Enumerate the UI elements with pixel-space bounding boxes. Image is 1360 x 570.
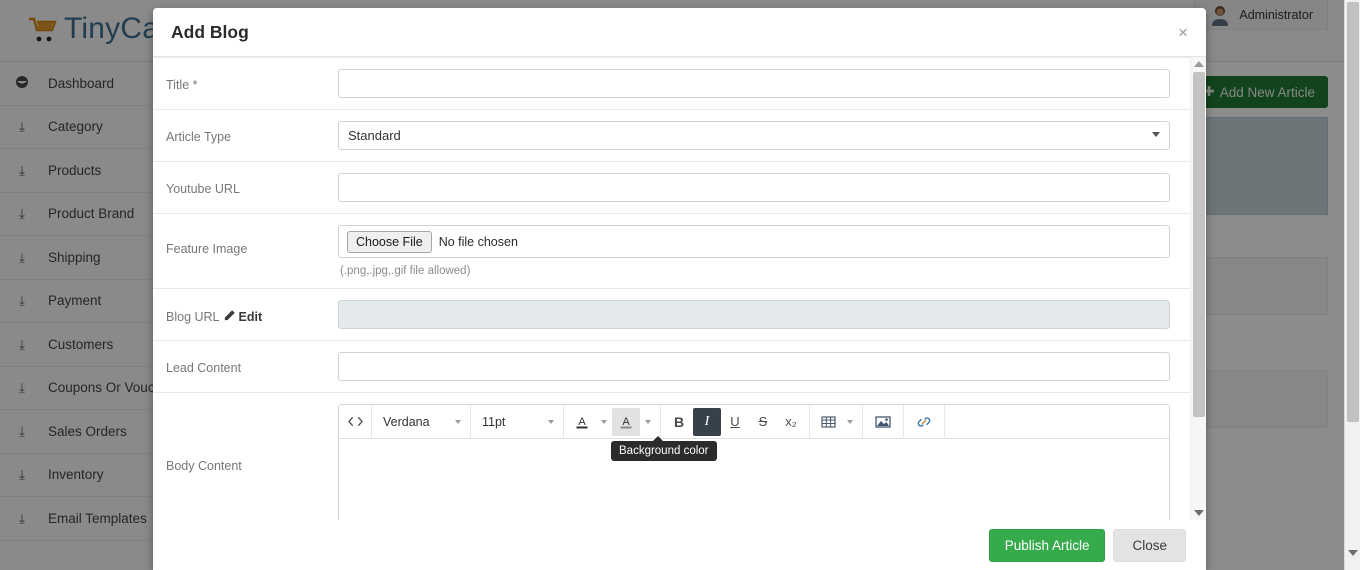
toolbar-group-format: B I U S x₂ bbox=[661, 404, 810, 439]
toolbar-group-image bbox=[863, 404, 904, 439]
scroll-down-arrow-icon[interactable] bbox=[1348, 550, 1358, 556]
background-color-icon[interactable]: A bbox=[612, 407, 640, 436]
lead-content-input[interactable] bbox=[338, 352, 1170, 381]
font-size-value: 11pt bbox=[482, 414, 506, 429]
editor-toolbar: Verdana 11pt A A B I U S x₂ Background c… bbox=[339, 404, 1169, 461]
body-content-label: Body Content bbox=[166, 459, 242, 473]
blog-url-edit-label: Edit bbox=[238, 309, 263, 324]
modal-header: Add Blog × bbox=[153, 8, 1206, 57]
chevron-down-icon bbox=[548, 419, 554, 424]
youtube-url-label: Youtube URL bbox=[166, 182, 240, 196]
add-blog-modal: Add Blog × Title * Article Type Standard bbox=[153, 8, 1206, 570]
modal-scrollbar[interactable] bbox=[1190, 57, 1206, 520]
feature-image-hint: (.png,.jpg,.gif file allowed) bbox=[340, 265, 471, 277]
article-type-select[interactable]: Standard bbox=[338, 121, 1170, 150]
form-row-youtube-url: Youtube URL bbox=[153, 161, 1190, 213]
lead-content-label: Lead Content bbox=[166, 361, 242, 375]
chevron-down-icon bbox=[601, 419, 607, 424]
rich-text-editor: Verdana 11pt A A B I U S x₂ Background c… bbox=[338, 404, 1170, 520]
feature-image-file-box[interactable]: Choose File No file chosen bbox=[338, 225, 1170, 258]
chevron-down-icon bbox=[645, 419, 651, 424]
toolbar-group-source bbox=[339, 404, 372, 439]
feature-image-label: Feature Image bbox=[166, 242, 248, 256]
bold-button[interactable]: B bbox=[665, 408, 693, 436]
toolbar-group-colors: A A bbox=[564, 404, 661, 439]
modal-body: Title * Article Type Standard Youtube UR… bbox=[153, 57, 1206, 520]
title-label: Title * bbox=[166, 78, 198, 92]
form-row-article-type: Article Type Standard bbox=[153, 109, 1190, 161]
font-size-select[interactable]: 11pt bbox=[473, 408, 561, 436]
modal-footer: Publish Article Close bbox=[153, 520, 1206, 570]
page-scrollbar-thumb[interactable] bbox=[1347, 2, 1359, 422]
modal-form: Title * Article Type Standard Youtube UR… bbox=[153, 57, 1190, 520]
file-status-label: No file chosen bbox=[438, 234, 518, 249]
text-color-dropdown[interactable] bbox=[596, 408, 612, 436]
link-icon[interactable] bbox=[910, 408, 938, 436]
font-family-value: Verdana bbox=[383, 414, 430, 429]
svg-text:A: A bbox=[622, 416, 630, 428]
modal-title: Add Blog bbox=[171, 21, 249, 42]
editor-tooltip: Background color bbox=[611, 436, 717, 461]
close-icon[interactable]: × bbox=[1178, 24, 1188, 41]
table-dropdown[interactable] bbox=[842, 408, 858, 436]
subscript-button[interactable]: x₂ bbox=[777, 408, 805, 436]
form-row-body-content: Body Content Verdana 11pt A A B I U S x₂… bbox=[153, 392, 1190, 520]
image-icon[interactable] bbox=[869, 408, 897, 436]
article-type-label: Article Type bbox=[166, 130, 232, 144]
modal-scrollbar-thumb[interactable] bbox=[1193, 72, 1205, 417]
form-row-blog-url: Blog URL Edit bbox=[153, 288, 1190, 340]
blog-url-label: Blog URL bbox=[166, 309, 220, 324]
blog-url-input[interactable] bbox=[338, 300, 1170, 329]
underline-button[interactable]: U bbox=[721, 408, 749, 436]
background-color-dropdown[interactable] bbox=[640, 408, 656, 436]
toolbar-group-link bbox=[904, 404, 945, 439]
form-row-feature-image: Feature Image Choose File No file chosen… bbox=[153, 213, 1190, 288]
strikethrough-button[interactable]: S bbox=[749, 408, 777, 436]
pencil-square-icon bbox=[224, 309, 236, 324]
scroll-up-arrow-icon[interactable] bbox=[1194, 61, 1204, 67]
youtube-url-input[interactable] bbox=[338, 173, 1170, 202]
italic-button[interactable]: I bbox=[693, 407, 721, 436]
form-row-title: Title * bbox=[153, 57, 1190, 109]
text-color-icon[interactable]: A bbox=[568, 408, 596, 436]
chevron-down-icon bbox=[847, 419, 853, 424]
form-row-lead-content: Lead Content bbox=[153, 340, 1190, 392]
toolbar-group-fontsize: 11pt bbox=[471, 404, 564, 439]
page-scrollbar[interactable] bbox=[1344, 0, 1360, 570]
publish-article-button[interactable]: Publish Article bbox=[988, 528, 1106, 562]
choose-file-button[interactable]: Choose File bbox=[347, 230, 432, 253]
editor-content-area[interactable] bbox=[339, 439, 1169, 520]
table-icon[interactable] bbox=[814, 408, 842, 436]
chevron-down-icon bbox=[455, 419, 461, 424]
toolbar-group-font: Verdana bbox=[372, 404, 471, 439]
font-family-select[interactable]: Verdana bbox=[374, 408, 468, 436]
close-button[interactable]: Close bbox=[1113, 528, 1186, 562]
toolbar-group-table bbox=[810, 404, 863, 439]
scroll-down-arrow-icon[interactable] bbox=[1194, 510, 1204, 516]
source-code-icon[interactable] bbox=[341, 408, 369, 436]
svg-text:A: A bbox=[578, 416, 586, 428]
blog-url-label-wrap: Blog URL Edit bbox=[153, 289, 338, 340]
blog-url-edit-link[interactable]: Edit bbox=[224, 309, 263, 324]
title-input[interactable] bbox=[338, 69, 1170, 98]
